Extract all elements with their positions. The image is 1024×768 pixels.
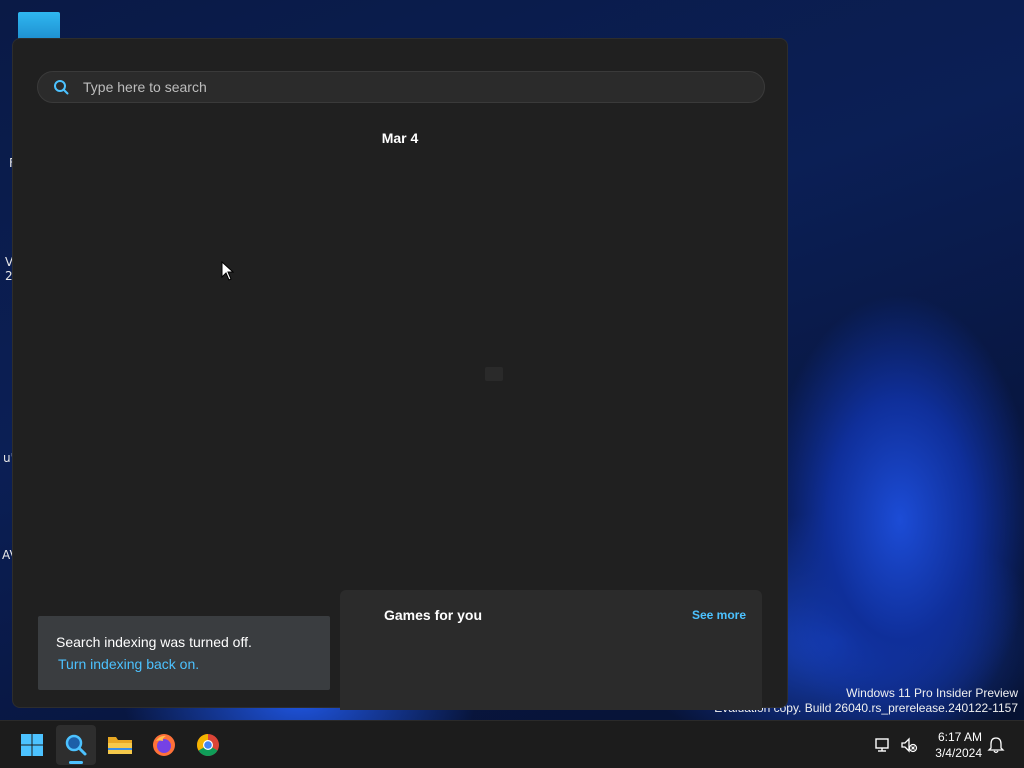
search-flyout: Mar 4 Search indexing was turned off. Tu… (12, 38, 788, 710)
windows-start-icon (21, 734, 43, 756)
see-more-link[interactable]: See more (692, 608, 746, 622)
firefox-icon (153, 734, 175, 756)
loading-placeholder (485, 367, 503, 381)
chrome-button[interactable] (188, 725, 228, 765)
games-for-you-panel: Games for you See more (340, 590, 762, 710)
desktop-shortcut-icon[interactable] (18, 12, 60, 40)
network-icon[interactable] (874, 736, 892, 754)
notification-bell-icon[interactable] (987, 736, 1005, 754)
watermark-line-1: Windows 11 Pro Insider Preview (846, 686, 1018, 700)
indexing-notice: Search indexing was turned off. Turn ind… (38, 616, 330, 690)
taskbar-search-button[interactable] (56, 725, 96, 765)
date-heading: Mar 4 (381, 130, 419, 146)
firefox-button[interactable] (144, 725, 184, 765)
mouse-cursor-icon (221, 261, 235, 281)
turn-indexing-on-link[interactable]: Turn indexing back on. (58, 656, 199, 672)
clock-date: 3/4/2024 (935, 746, 982, 760)
taskbar: 6:17 AM 3/4/2024 (0, 720, 1024, 768)
search-icon (54, 80, 69, 95)
volume-muted-icon[interactable] (900, 736, 918, 754)
chrome-icon (197, 734, 219, 756)
file-explorer-button[interactable] (100, 725, 140, 765)
file-explorer-icon (108, 737, 132, 754)
search-box[interactable] (37, 71, 765, 103)
taskbar-clock[interactable]: 6:17 AM 3/4/2024 (935, 729, 982, 761)
search-icon (65, 734, 87, 756)
indexing-notice-message: Search indexing was turned off. (56, 634, 252, 650)
games-panel-title: Games for you (384, 607, 483, 623)
start-button[interactable] (12, 725, 52, 765)
search-input[interactable] (81, 78, 764, 96)
clock-time: 6:17 AM (937, 730, 982, 744)
